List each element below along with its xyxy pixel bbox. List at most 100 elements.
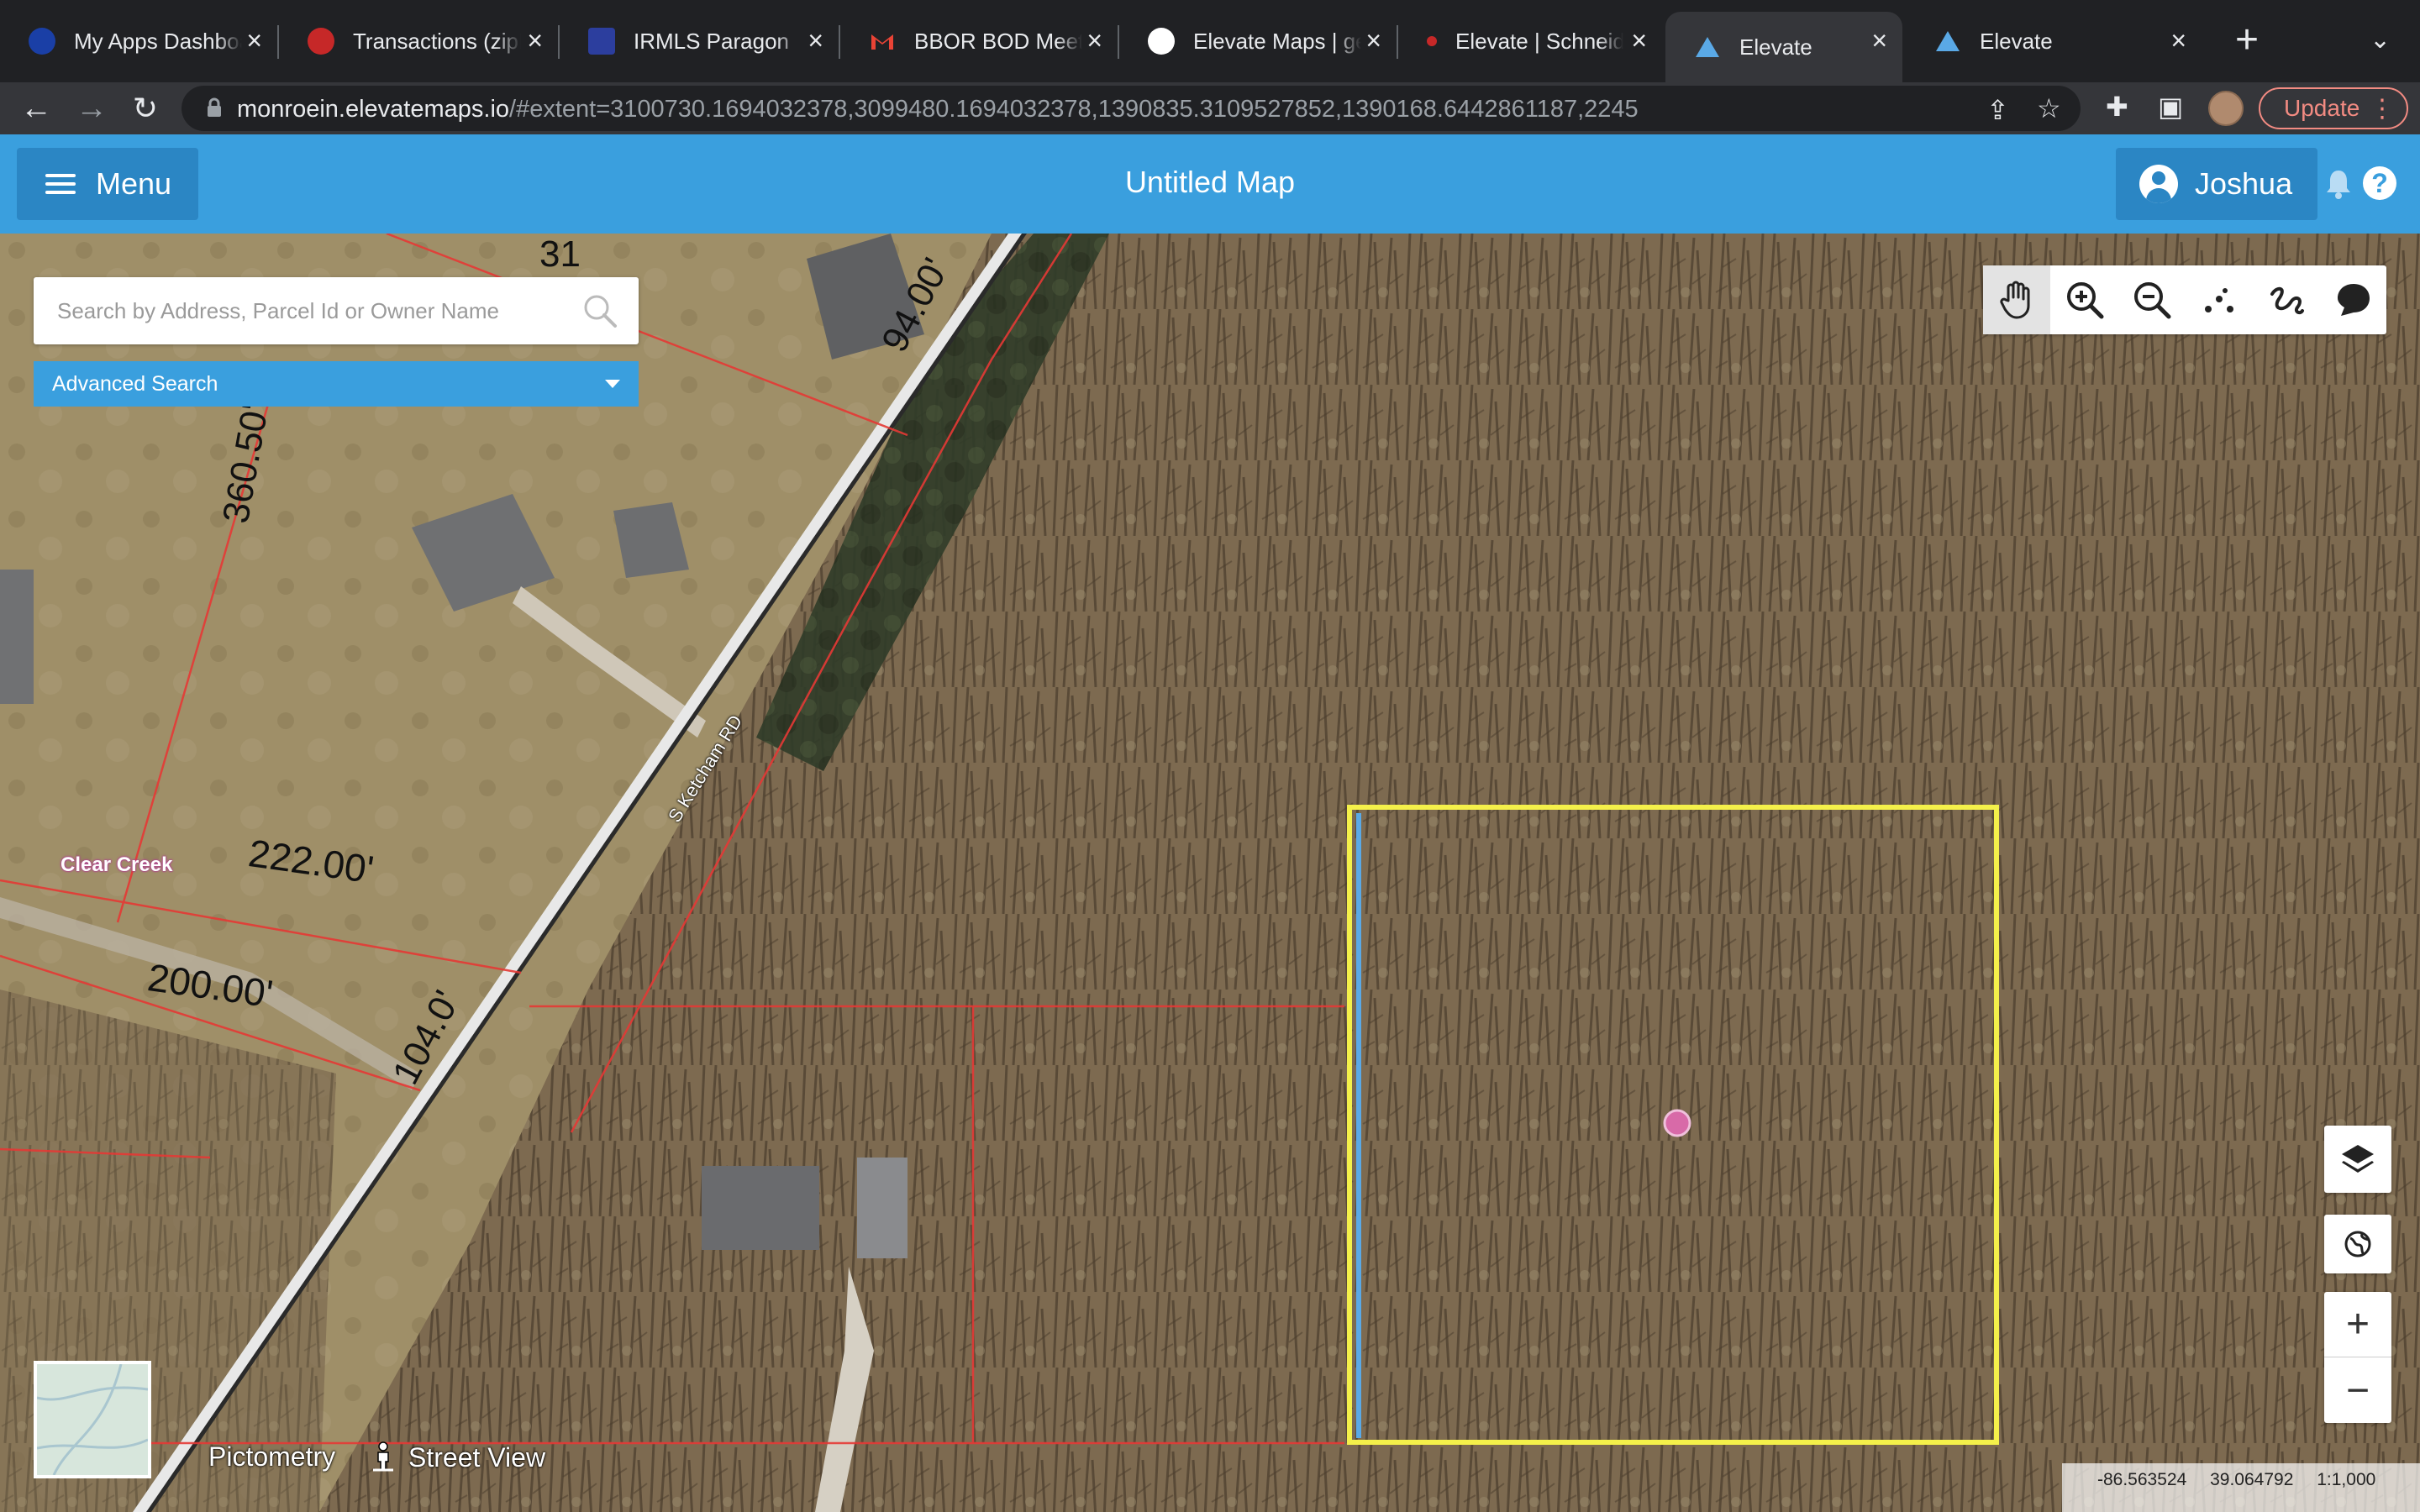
browser-tab[interactable]: Transactions (zipForm) × xyxy=(279,15,558,67)
street-view-label: Street View xyxy=(408,1441,546,1473)
sidepanel-icon[interactable]: ▣ xyxy=(2158,91,2183,123)
address-bar[interactable]: monroein.elevatemaps.io/#extent=3100730.… xyxy=(182,86,2081,131)
tab-label: Elevate Maps | geo xyxy=(1193,28,1361,54)
help-icon[interactable]: ? xyxy=(2363,166,2396,200)
gmail-icon xyxy=(869,28,896,55)
freehand-tool-button[interactable] xyxy=(2252,265,2319,334)
close-icon[interactable]: × xyxy=(808,27,823,54)
latitude-value: 39.064792 xyxy=(2210,1470,2294,1489)
pan-tool-button[interactable] xyxy=(1983,265,2050,334)
url-text: monroein.elevatemaps.io/#extent=3100730.… xyxy=(237,96,1639,123)
tab-label: IRMLS Paragon xyxy=(634,28,789,54)
map-canvas[interactable]: 360.50' 94.00' 222.00' 200.00' 104.0' 31… xyxy=(0,234,2420,1512)
schneider-icon xyxy=(1427,36,1437,46)
browser-tab[interactable]: Elevate Maps | geo × xyxy=(1119,15,1397,67)
pictometry-label: Pictometry xyxy=(208,1441,336,1472)
longitude-value: -86.563524 xyxy=(2097,1470,2187,1489)
zoom-controls: + − xyxy=(2324,1292,2391,1423)
back-arrow-icon[interactable]: ← xyxy=(17,89,55,128)
map-title[interactable]: Untitled Map xyxy=(0,165,2420,200)
close-icon[interactable]: × xyxy=(1365,27,1381,54)
user-icon xyxy=(2139,165,2178,203)
star-icon[interactable]: ☆ xyxy=(2037,92,2061,124)
browser-tab-strip: My Apps Dashboard × Transactions (zipFor… xyxy=(0,0,2420,82)
close-icon[interactable]: × xyxy=(527,27,543,54)
zoom-out-tool-button[interactable] xyxy=(2118,265,2185,334)
update-label: Update xyxy=(2284,95,2360,121)
url-host: monroein.elevatemaps.io xyxy=(237,96,510,123)
zoom-in-tool-button[interactable] xyxy=(2050,265,2118,334)
user-button[interactable]: Joshua xyxy=(2116,148,2317,220)
globe-icon xyxy=(2344,1231,2371,1257)
creek-label: Clear Creek xyxy=(60,853,173,876)
browser-toolbar: ← → ↻ monroein.elevatemaps.io/#extent=31… xyxy=(0,82,2420,134)
street-view-link[interactable]: Street View xyxy=(370,1441,545,1473)
map-scale: 1:1,000 xyxy=(2317,1470,2376,1489)
speech-bubble-icon xyxy=(2338,284,2370,316)
close-icon[interactable]: × xyxy=(1871,27,1887,54)
tab-label: Transactions (zipForm) xyxy=(353,28,521,54)
share-icon[interactable]: ⇪ xyxy=(1986,94,2009,126)
advanced-search-label: Advanced Search xyxy=(52,371,218,396)
elevate-icon xyxy=(1694,34,1721,60)
caret-down-icon xyxy=(605,380,620,388)
tab-label: My Apps Dashboard xyxy=(74,28,242,54)
comment-tool-button[interactable] xyxy=(2319,265,2386,334)
select-points-tool-button[interactable] xyxy=(2185,265,2252,334)
browser-tab[interactable]: My Apps Dashboard × xyxy=(0,15,277,67)
browser-tab[interactable]: Elevate | Schneider × xyxy=(1398,15,1662,67)
pan-hand-icon xyxy=(2000,281,2030,319)
search-input[interactable] xyxy=(57,296,578,326)
reload-icon[interactable]: ↻ xyxy=(126,89,165,128)
globe-icon xyxy=(1148,28,1175,55)
new-tab-button[interactable]: + xyxy=(2235,20,2259,60)
basemap-preview-icon xyxy=(36,1363,149,1476)
update-button[interactable]: Update ⋮ xyxy=(2259,87,2408,129)
browser-tab[interactable]: Elevate × xyxy=(1906,15,2202,67)
tab-label: Elevate | Schneider xyxy=(1455,28,1623,54)
app-header: Menu Untitled Map Joshua ? xyxy=(0,134,2420,234)
search-box xyxy=(34,277,639,344)
close-icon[interactable]: × xyxy=(246,27,262,54)
basemap-thumbnail[interactable] xyxy=(34,1361,151,1478)
dimension-label: 31 xyxy=(539,234,581,275)
chevron-down-icon[interactable]: ⌄ xyxy=(2370,25,2391,55)
close-icon[interactable]: × xyxy=(1631,27,1647,54)
close-icon[interactable]: × xyxy=(1086,27,1102,54)
tab-label: Elevate xyxy=(1739,34,1812,60)
zoom-out-icon xyxy=(2134,282,2171,319)
basemap-globe-button[interactable] xyxy=(2324,1215,2391,1273)
layers-button[interactable] xyxy=(2324,1126,2391,1193)
tab-label: Elevate xyxy=(1980,28,2053,54)
forward-arrow-icon[interactable]: → xyxy=(72,89,111,128)
layers-icon xyxy=(2342,1145,2374,1173)
advanced-search-toggle[interactable]: Advanced Search xyxy=(34,361,639,407)
street-view-person-icon xyxy=(373,1441,393,1472)
browser-tab[interactable]: IRMLS Paragon × xyxy=(560,15,839,67)
close-icon[interactable]: × xyxy=(2170,27,2186,54)
freehand-icon xyxy=(2270,286,2304,315)
zoom-in-icon xyxy=(2067,282,2104,319)
more-vert-icon[interactable]: ⋮ xyxy=(2370,94,2395,123)
coordinate-readout: -86.563524 39.064792 1:1,000 xyxy=(2062,1463,2420,1512)
bell-icon[interactable] xyxy=(2324,168,2353,200)
map-toolbar xyxy=(1983,265,2386,334)
zoom-out-button[interactable]: − xyxy=(2324,1357,2391,1423)
okta-icon xyxy=(29,28,55,55)
profile-avatar[interactable] xyxy=(2208,91,2244,126)
zipform-icon xyxy=(308,28,334,55)
user-name: Joshua xyxy=(2195,166,2293,201)
browser-tab-active[interactable]: Elevate × xyxy=(1665,12,1902,82)
tab-label: BBOR BOD Meeting xyxy=(914,28,1082,54)
lock-icon xyxy=(208,97,221,117)
paragon-icon xyxy=(588,28,615,55)
select-points-icon xyxy=(2205,288,2233,312)
map-marker xyxy=(1663,1109,1691,1137)
browser-tab[interactable]: BBOR BOD Meeting × xyxy=(840,15,1118,67)
url-path: /#extent=3100730.1694032378,3099480.1694… xyxy=(509,96,1639,123)
zoom-in-button[interactable]: + xyxy=(2324,1292,2391,1357)
pictometry-link[interactable]: Pictometry xyxy=(208,1441,335,1473)
search-icon[interactable] xyxy=(581,292,618,329)
elevate-icon xyxy=(1934,28,1961,55)
extensions-icon[interactable]: ✚ xyxy=(2106,91,2128,123)
